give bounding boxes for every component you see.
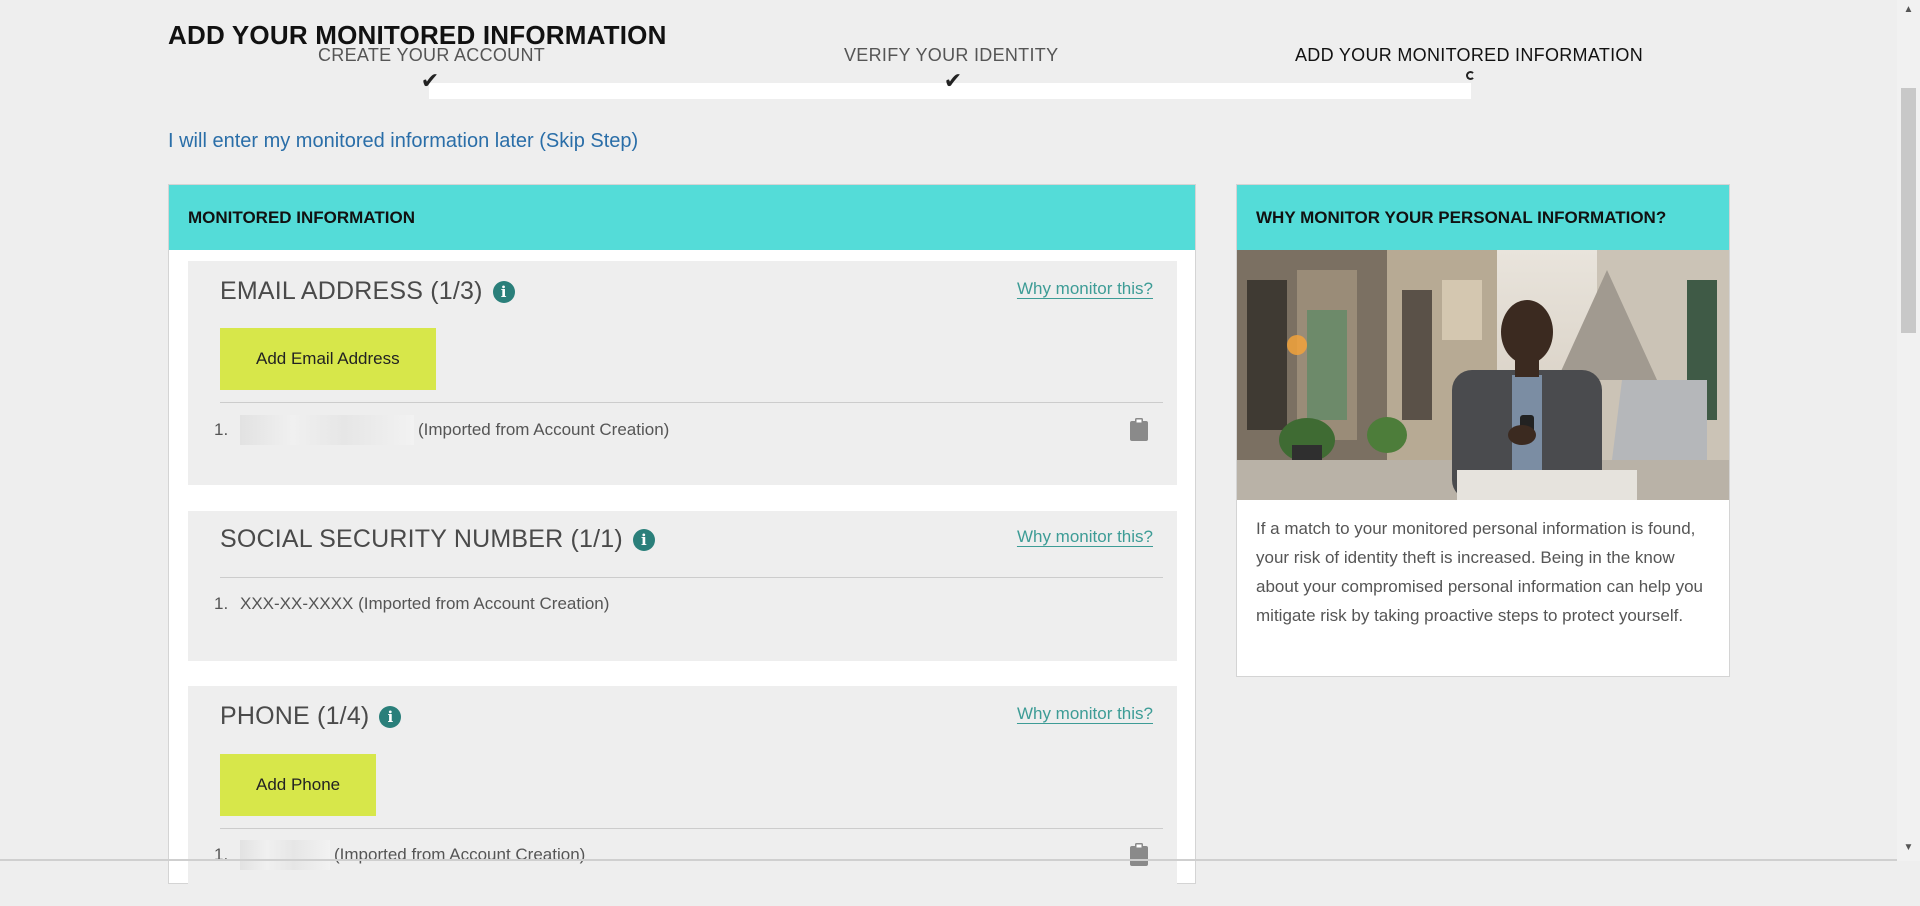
redacted-phone bbox=[240, 840, 330, 870]
progress-stepper: CREATE YOUR ACCOUNT ✔ VERIFY YOUR IDENTI… bbox=[168, 0, 1643, 110]
panel-header: MONITORED INFORMATION bbox=[169, 185, 1195, 250]
skip-step-link[interactable]: I will enter my monitored information la… bbox=[168, 130, 638, 153]
item-text: (Imported from Account Creation) bbox=[418, 420, 670, 439]
vertical-scrollbar[interactable]: ▲ ▼ bbox=[1897, 0, 1920, 861]
man-with-phone-image bbox=[1237, 250, 1729, 500]
item-number: 1. bbox=[214, 845, 229, 864]
add-email-address-button[interactable]: Add Email Address bbox=[220, 328, 436, 390]
section-title: PHONE (1/4) i bbox=[220, 702, 402, 731]
scroll-thumb[interactable] bbox=[1901, 88, 1916, 333]
side-panel-header: WHY MONITOR YOUR PERSONAL INFORMATION? bbox=[1237, 185, 1729, 250]
list-item: 1. XXX-XX-XXXX (Imported from Account Cr… bbox=[214, 587, 1163, 621]
page-title: ADD YOUR MONITORED INFORMATION bbox=[168, 20, 667, 50]
divider bbox=[220, 828, 1163, 829]
item-number: 1. bbox=[214, 420, 229, 439]
email-section: EMAIL ADDRESS (1/3) i Why monitor this? … bbox=[188, 261, 1177, 485]
why-monitor-email-link[interactable]: Why monitor this? bbox=[1017, 279, 1153, 299]
scroll-up-icon[interactable]: ▲ bbox=[1897, 4, 1920, 15]
divider bbox=[220, 402, 1163, 403]
check-icon: ✔ bbox=[943, 68, 963, 93]
ssn-section: SOCIAL SECURITY NUMBER (1/1) i Why monit… bbox=[188, 511, 1177, 661]
step-add-monitored-label: ADD YOUR MONITORED INFORMATION bbox=[1295, 45, 1644, 65]
info-icon[interactable]: i bbox=[632, 528, 655, 551]
item-number: 1. bbox=[214, 594, 229, 613]
section-title: SOCIAL SECURITY NUMBER (1/1) i bbox=[220, 525, 655, 554]
why-monitor-panel: WHY MONITOR YOUR PERSONAL INFORMATION? I… bbox=[1236, 184, 1730, 677]
info-icon[interactable]: i bbox=[492, 280, 515, 303]
phone-section-title: PHONE (1/4) bbox=[220, 702, 370, 730]
why-monitor-ssn-link[interactable]: Why monitor this? bbox=[1017, 527, 1153, 547]
clipboard-icon[interactable] bbox=[1129, 418, 1149, 442]
phone-section: PHONE (1/4) i Why monitor this? Add Phon… bbox=[188, 686, 1177, 906]
item-text: XXX-XX-XXXX (Imported from Account Creat… bbox=[240, 594, 610, 613]
monitored-information-panel: MONITORED INFORMATION EMAIL ADDRESS (1/3… bbox=[168, 184, 1196, 906]
divider bbox=[220, 577, 1163, 578]
scroll-down-icon[interactable]: ▼ bbox=[1897, 842, 1920, 853]
side-panel-body: If a match to your monitored personal in… bbox=[1256, 519, 1703, 625]
why-monitor-phone-link[interactable]: Why monitor this? bbox=[1017, 704, 1153, 724]
step-verify-identity-label: VERIFY YOUR IDENTITY bbox=[844, 45, 1059, 65]
check-icon: ✔ bbox=[420, 68, 440, 93]
current-step-indicator-icon bbox=[1466, 71, 1475, 80]
ssn-section-title: SOCIAL SECURITY NUMBER (1/1) bbox=[220, 525, 623, 553]
item-text: (Imported from Account Creation) bbox=[334, 845, 586, 864]
list-item: 1. (Imported from Account Creation) bbox=[214, 838, 1163, 872]
email-section-title: EMAIL ADDRESS (1/3) bbox=[220, 277, 483, 305]
list-item: 1. (Imported from Account Creation) bbox=[214, 413, 1163, 447]
clipboard-icon[interactable] bbox=[1129, 843, 1149, 867]
section-title: EMAIL ADDRESS (1/3) i bbox=[220, 277, 515, 306]
add-phone-button[interactable]: Add Phone bbox=[220, 754, 377, 816]
redacted-email bbox=[240, 415, 414, 445]
info-icon[interactable]: i bbox=[379, 705, 402, 728]
